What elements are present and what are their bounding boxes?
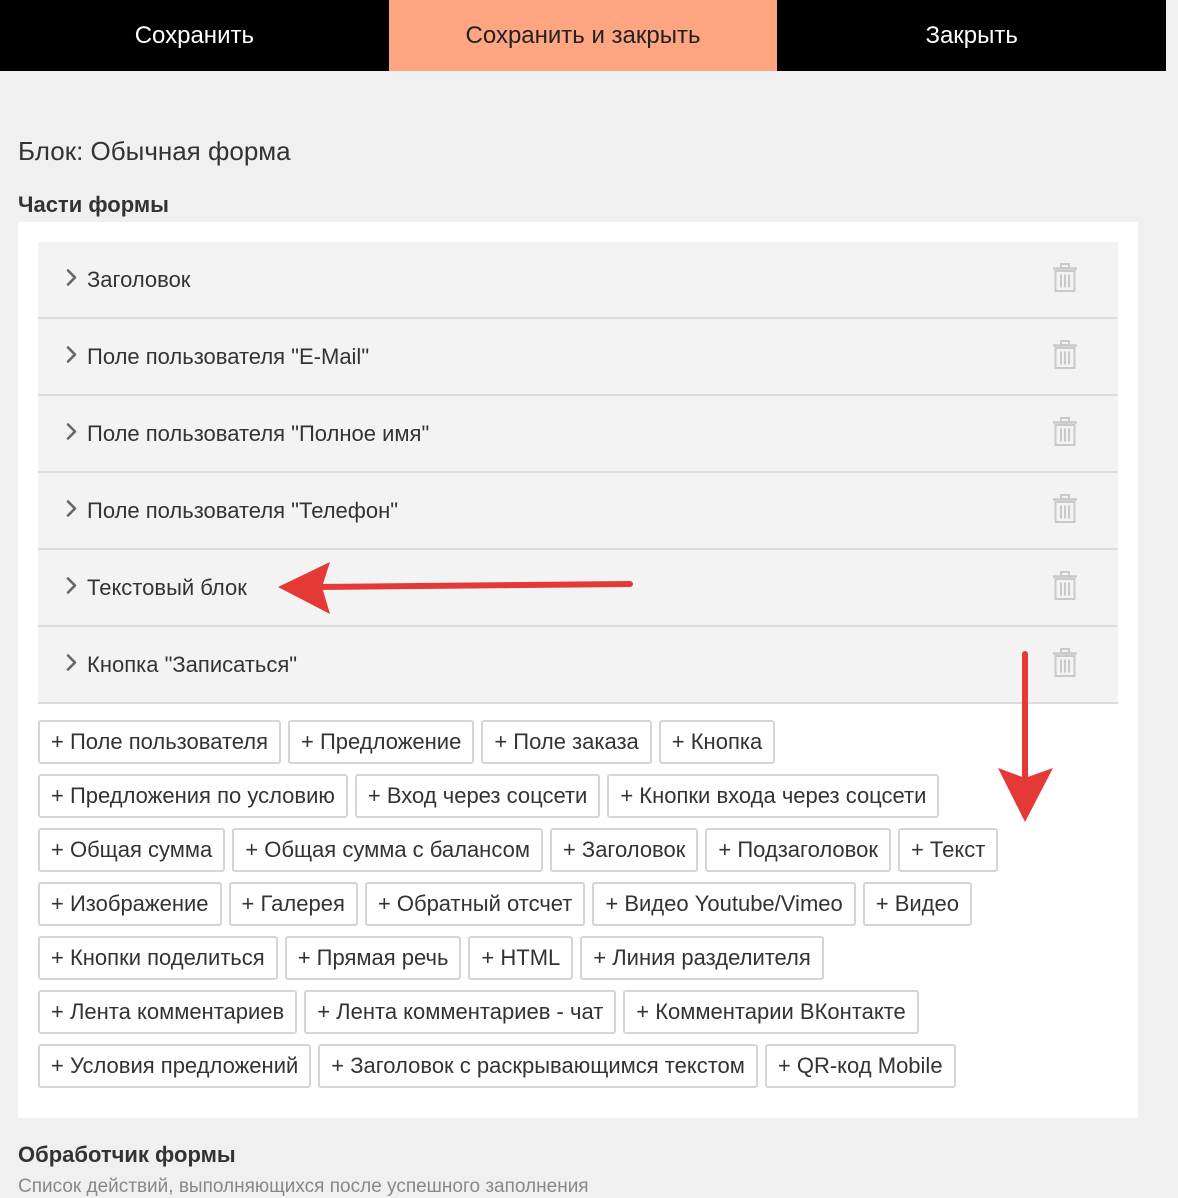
add-part-button[interactable]: + Заголовок bbox=[549, 828, 699, 872]
add-part-button[interactable]: + Видео bbox=[862, 882, 972, 926]
form-parts-list: Заголовок Поле пользователя "E-Mail" Поле … bbox=[38, 242, 1118, 704]
form-handler-title: Обработчик формы bbox=[18, 1142, 236, 1167]
add-part-button[interactable]: + Комментарии ВКонтакте bbox=[623, 990, 919, 1034]
chevron-right-icon[interactable] bbox=[66, 268, 78, 291]
add-part-button[interactable]: + Изображение bbox=[38, 882, 222, 926]
add-part-button[interactable]: + Кнопки поделиться bbox=[38, 936, 278, 980]
form-handler-description: Список действий, выполняющихся после усп… bbox=[18, 1176, 589, 1197]
add-part-button[interactable]: + HTML bbox=[468, 936, 574, 980]
chevron-right-icon[interactable] bbox=[66, 653, 78, 676]
add-part-button[interactable]: + Линия разделителя bbox=[580, 936, 824, 980]
form-part-label: Кнопка "Записаться" bbox=[87, 651, 298, 677]
add-buttons-row: + Предложения по условию + Вход через соц… bbox=[38, 774, 1118, 818]
form-parts-panel: Заголовок Поле пользователя "E-Mail" Поле … bbox=[18, 222, 1138, 1118]
add-part-button[interactable]: + Прямая речь bbox=[284, 936, 462, 980]
form-part-item[interactable]: Поле пользователя "Полное имя" bbox=[38, 396, 1118, 473]
add-part-buttons: + Поле пользователя + Предложение + Поле з… bbox=[38, 720, 1118, 1098]
add-part-button[interactable]: + Условия предложений bbox=[38, 1044, 312, 1088]
add-part-button[interactable]: + Предложения по условию bbox=[38, 774, 348, 818]
add-part-button[interactable]: + Заголовок с раскрывающимся текстом bbox=[318, 1044, 758, 1088]
add-part-button[interactable]: + Кнопки входа через соцсети bbox=[607, 774, 940, 818]
form-part-item[interactable]: Кнопка "Записаться" bbox=[38, 627, 1118, 704]
trash-icon[interactable] bbox=[1052, 647, 1078, 682]
form-part-item[interactable]: Поле пользователя "E-Mail" bbox=[38, 319, 1118, 396]
add-buttons-row: + Поле пользователя + Предложение + Поле з… bbox=[38, 720, 1118, 764]
trash-icon[interactable] bbox=[1052, 493, 1078, 528]
add-part-button[interactable]: + Галерея bbox=[228, 882, 358, 926]
form-part-label: Поле пользователя "E-Mail" bbox=[87, 343, 370, 369]
add-part-button[interactable]: + Текст bbox=[897, 828, 999, 872]
add-part-button[interactable]: + Поле пользователя bbox=[38, 720, 282, 764]
form-part-item[interactable]: Заголовок bbox=[38, 242, 1118, 319]
add-part-button[interactable]: + Обратный отсчет bbox=[364, 882, 586, 926]
form-part-label: Поле пользователя "Полное имя" bbox=[87, 420, 430, 446]
add-part-button[interactable]: + QR-код Mobile bbox=[764, 1044, 956, 1088]
top-toolbar: Сохранить Сохранить и закрыть Закрыть bbox=[0, 0, 1166, 71]
add-buttons-row: + Общая сумма + Общая сумма с балансом + З… bbox=[38, 828, 1118, 872]
close-button[interactable]: Закрыть bbox=[777, 0, 1166, 71]
add-buttons-row: + Лента комментариев + Лента комментариев… bbox=[38, 990, 1118, 1034]
add-part-button[interactable]: + Лента комментариев bbox=[38, 990, 298, 1034]
add-part-button[interactable]: + Предложение bbox=[288, 720, 475, 764]
add-part-button[interactable]: + Кнопка bbox=[658, 720, 776, 764]
chevron-right-icon[interactable] bbox=[66, 576, 78, 599]
add-buttons-row: + Кнопки поделиться + Прямая речь + HTML + … bbox=[38, 936, 1118, 980]
block-title: Блок: Обычная форма bbox=[18, 136, 291, 166]
add-part-button[interactable]: + Подзаголовок bbox=[705, 828, 891, 872]
chevron-right-icon[interactable] bbox=[66, 345, 78, 368]
add-part-button[interactable]: + Общая сумма с балансом bbox=[232, 828, 543, 872]
add-part-button[interactable]: + Общая сумма bbox=[38, 828, 226, 872]
form-part-item[interactable]: Поле пользователя "Телефон" bbox=[38, 473, 1118, 550]
form-part-item[interactable]: Текстовый блок bbox=[38, 550, 1118, 627]
save-button[interactable]: Сохранить bbox=[0, 0, 389, 71]
form-part-label: Заголовок bbox=[87, 266, 191, 292]
add-buttons-row: + Условия предложений + Заголовок с раскр… bbox=[38, 1044, 1118, 1088]
form-parts-title: Части формы bbox=[18, 192, 169, 217]
add-part-button[interactable]: + Видео Youtube/Vimeo bbox=[592, 882, 856, 926]
trash-icon[interactable] bbox=[1052, 339, 1078, 374]
trash-icon[interactable] bbox=[1052, 416, 1078, 451]
chevron-right-icon[interactable] bbox=[66, 422, 78, 445]
add-part-button[interactable]: + Поле заказа bbox=[481, 720, 652, 764]
chevron-right-icon[interactable] bbox=[66, 499, 78, 522]
form-part-label: Текстовый блок bbox=[87, 574, 247, 600]
save-and-close-button[interactable]: Сохранить и закрыть bbox=[388, 0, 778, 71]
form-part-label: Поле пользователя "Телефон" bbox=[87, 497, 399, 523]
trash-icon[interactable] bbox=[1052, 570, 1078, 605]
add-part-button[interactable]: + Лента комментариев - чат bbox=[304, 990, 617, 1034]
trash-icon[interactable] bbox=[1052, 262, 1078, 297]
add-part-button[interactable]: + Вход через соцсети bbox=[354, 774, 601, 818]
add-buttons-row: + Изображение + Галерея + Обратный отсчет +… bbox=[38, 882, 1118, 926]
